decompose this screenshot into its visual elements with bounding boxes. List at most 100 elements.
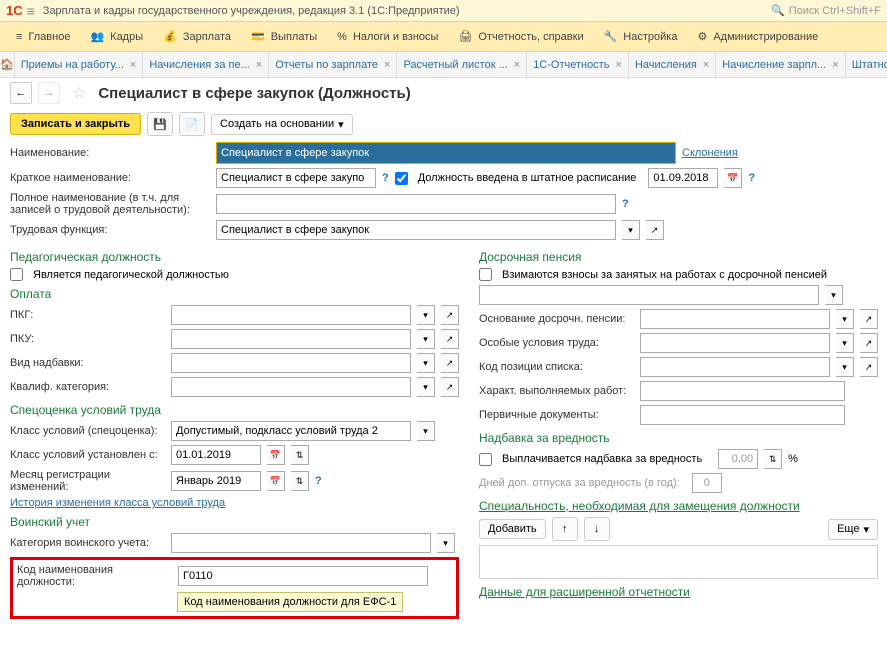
days-input[interactable]: [692, 473, 722, 493]
name-input[interactable]: [216, 142, 676, 164]
open-icon[interactable]: ↗: [860, 333, 878, 353]
chevron-down-icon[interactable]: ▾: [417, 329, 435, 349]
pension-combo[interactable]: [479, 285, 819, 305]
help-icon[interactable]: ?: [622, 198, 629, 210]
class-input[interactable]: [171, 421, 411, 441]
open-icon[interactable]: ↗: [860, 309, 878, 329]
chevron-down-icon[interactable]: ▾: [622, 220, 640, 240]
save-button[interactable]: 💾: [147, 112, 173, 136]
in-schedule-checkbox[interactable]: [395, 172, 408, 185]
close-icon[interactable]: ×: [832, 59, 838, 71]
add-button[interactable]: Добавить: [479, 519, 546, 539]
more-button[interactable]: Еще ▾: [828, 519, 878, 540]
short-input[interactable]: [216, 168, 376, 188]
chevron-down-icon[interactable]: ▾: [836, 357, 854, 377]
open-icon[interactable]: ↗: [441, 305, 459, 325]
nadb-checkbox[interactable]: [479, 453, 492, 466]
move-down-button[interactable]: ↓: [584, 517, 610, 541]
calendar-icon[interactable]: 📅: [724, 168, 742, 188]
open-icon[interactable]: ↗: [646, 220, 664, 240]
menu-main[interactable]: ≡Главное: [6, 31, 80, 43]
calendar-icon[interactable]: 📅: [267, 471, 285, 491]
special-title[interactable]: Специальность, необходимая для замещения…: [479, 499, 878, 513]
close-icon[interactable]: ×: [256, 59, 262, 71]
code-input[interactable]: [178, 566, 428, 586]
usl-input[interactable]: [640, 333, 830, 353]
close-icon[interactable]: ×: [514, 59, 520, 71]
tab-2[interactable]: Отчеты по зарплате×: [269, 52, 397, 77]
chevron-down-icon[interactable]: ▾: [836, 309, 854, 329]
perv-input[interactable]: [640, 405, 845, 425]
help-icon[interactable]: ?: [382, 172, 389, 184]
menu-kadry[interactable]: 👥Кадры: [80, 30, 153, 43]
report-button[interactable]: 📄: [179, 112, 205, 136]
help-icon[interactable]: ?: [748, 172, 755, 184]
har-input[interactable]: [640, 381, 845, 401]
search-box[interactable]: 🔍 Поиск Ctrl+Shift+F: [771, 4, 881, 17]
calendar-icon[interactable]: 📅: [267, 445, 285, 465]
tab-3[interactable]: Расчетный листок ...×: [397, 52, 527, 77]
printer-icon: 🖨: [458, 30, 472, 43]
poz-input[interactable]: [640, 357, 830, 377]
tab-7[interactable]: Штатное расписание×: [846, 52, 887, 77]
tab-0[interactable]: Приемы на работу...×: [15, 52, 144, 77]
chevron-down-icon[interactable]: ▾: [417, 377, 435, 397]
stepper-icon[interactable]: ⇅: [291, 445, 309, 465]
search-placeholder: Поиск Ctrl+Shift+F: [789, 5, 881, 17]
kval-input[interactable]: [171, 377, 411, 397]
class-date-input[interactable]: [171, 445, 261, 465]
hamburger-icon[interactable]: ≡: [27, 3, 35, 19]
chevron-down-icon[interactable]: ▾: [417, 305, 435, 325]
chevron-down-icon[interactable]: ▾: [825, 285, 843, 305]
special-list[interactable]: [479, 545, 878, 579]
menu-admin[interactable]: ⚙Администрирование: [687, 30, 828, 43]
ped-checkbox[interactable]: [10, 268, 23, 281]
history-link[interactable]: История изменения класса условий труда: [10, 497, 225, 509]
open-icon[interactable]: ↗: [441, 329, 459, 349]
func-input[interactable]: [216, 220, 616, 240]
save-close-button[interactable]: Записать и закрыть: [10, 113, 141, 135]
open-icon[interactable]: ↗: [860, 357, 878, 377]
menu-nastroyka[interactable]: 🔧Настройка: [594, 30, 688, 43]
back-button[interactable]: ←: [10, 82, 32, 104]
osn-input[interactable]: [640, 309, 830, 329]
menu-otchet[interactable]: 🖨Отчетность, справки: [448, 30, 593, 43]
nadb-input[interactable]: [171, 353, 411, 373]
tab-4[interactable]: 1С-Отчетность×: [527, 52, 629, 77]
close-icon[interactable]: ×: [384, 59, 390, 71]
tab-home[interactable]: 🏠: [0, 52, 15, 77]
menu-nalogi[interactable]: %Налоги и взносы: [327, 31, 448, 43]
voin-cat-input[interactable]: [171, 533, 431, 553]
star-icon[interactable]: ☆: [72, 83, 86, 103]
create-basis-button[interactable]: Создать на основании ▾: [211, 114, 353, 135]
pkg-input[interactable]: [171, 305, 411, 325]
close-icon[interactable]: ×: [703, 59, 709, 71]
nadb-val-input[interactable]: [718, 449, 758, 469]
tab-5[interactable]: Начисления×: [629, 52, 716, 77]
help-icon[interactable]: ?: [315, 475, 322, 487]
menu-vyplaty[interactable]: 💳Выплаты: [241, 30, 327, 43]
close-icon[interactable]: ×: [616, 59, 622, 71]
ext-title[interactable]: Данные для расширенной отчетности: [479, 585, 878, 599]
forward-button[interactable]: →: [38, 82, 60, 104]
tab-1[interactable]: Начисления за пе...×: [143, 52, 269, 77]
full-input[interactable]: [216, 194, 616, 214]
short-label: Краткое наименование:: [10, 172, 210, 184]
open-icon[interactable]: ↗: [441, 377, 459, 397]
stepper-icon[interactable]: ⇅: [291, 471, 309, 491]
month-input[interactable]: [171, 471, 261, 491]
menu-zarplata[interactable]: 💰Зарплата: [153, 30, 241, 43]
schedule-date-input[interactable]: [648, 168, 718, 188]
move-up-button[interactable]: ↑: [552, 517, 578, 541]
chevron-down-icon[interactable]: ▾: [417, 421, 435, 441]
pku-input[interactable]: [171, 329, 411, 349]
stepper-icon[interactable]: ⇅: [764, 449, 782, 469]
close-icon[interactable]: ×: [130, 59, 136, 71]
chevron-down-icon[interactable]: ▾: [836, 333, 854, 353]
declensions-link[interactable]: Склонения: [682, 147, 738, 159]
tab-6[interactable]: Начисление зарпл...×: [716, 52, 845, 77]
chevron-down-icon[interactable]: ▾: [417, 353, 435, 373]
pension-checkbox[interactable]: [479, 268, 492, 281]
chevron-down-icon[interactable]: ▾: [437, 533, 455, 553]
open-icon[interactable]: ↗: [441, 353, 459, 373]
